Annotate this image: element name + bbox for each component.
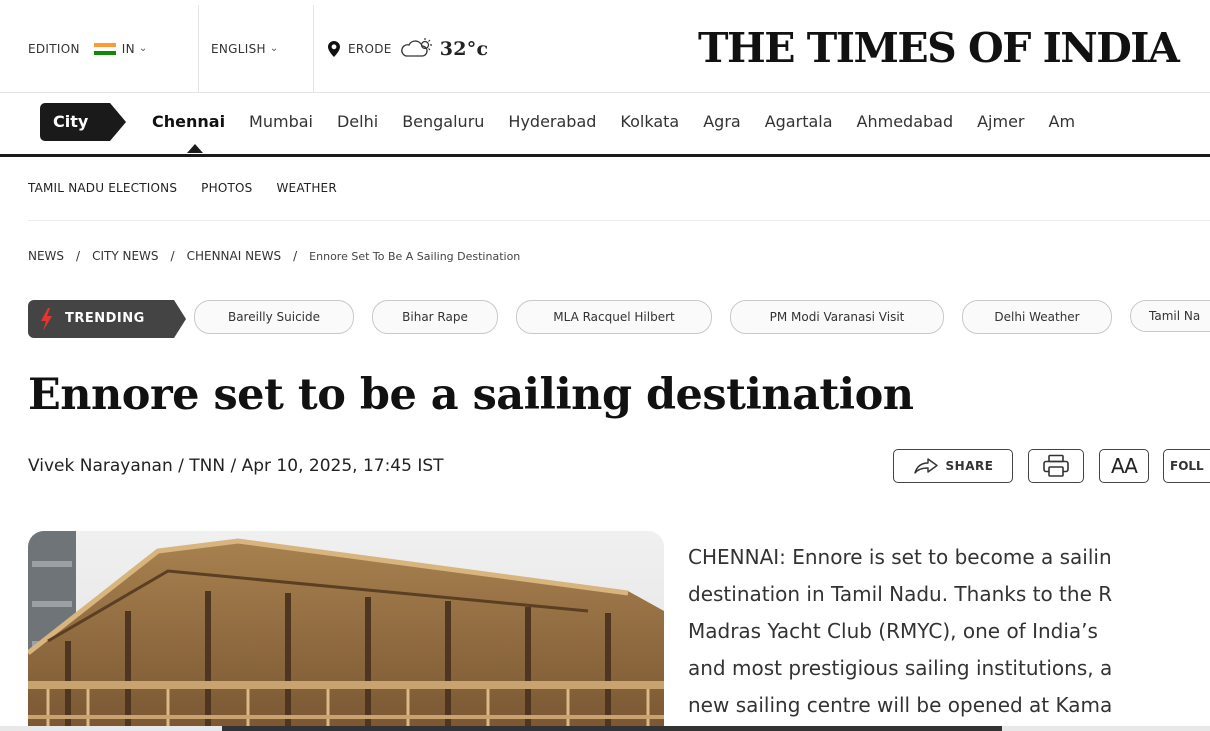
- trending-topic[interactable]: Delhi Weather: [962, 300, 1112, 334]
- article-body: CHENNAI: Ennore is set to become a saili…: [688, 539, 1210, 724]
- city-link-hyderabad[interactable]: Hyderabad: [508, 112, 596, 131]
- city-link-ajmer[interactable]: Ajmer: [977, 112, 1024, 131]
- trending-topic[interactable]: Tamil Na: [1130, 300, 1210, 332]
- edition-label: EDITION: [28, 41, 80, 56]
- trending-label: TRENDING: [65, 311, 145, 326]
- chevron-down-icon: ⌄: [269, 43, 279, 54]
- breadcrumb-current: Ennore Set To Be A Sailing Destination: [309, 250, 521, 263]
- city-link-delhi[interactable]: Delhi: [337, 112, 378, 131]
- site-logo[interactable]: THE TIMES OF INDIA: [698, 24, 1180, 72]
- weather-widget[interactable]: ERODE 32°c: [328, 5, 488, 92]
- article-image[interactable]: [28, 531, 664, 731]
- trending-topic[interactable]: Bareilly Suicide: [194, 300, 354, 334]
- edition-value: IN: [121, 41, 135, 56]
- share-label: SHARE: [945, 459, 994, 473]
- breadcrumb-chennai-news[interactable]: CHENNAI NEWS: [187, 249, 282, 263]
- breadcrumb-news[interactable]: NEWS: [28, 249, 64, 263]
- trending-topic[interactable]: MLA Racquel Hilbert: [516, 300, 712, 334]
- print-icon: [1043, 454, 1069, 477]
- trending-badge: TRENDING: [28, 300, 188, 338]
- city-link-kolkata[interactable]: Kolkata: [620, 112, 679, 131]
- font-size-label: AA: [1111, 454, 1138, 478]
- chevron-down-icon: ⌄: [138, 43, 148, 54]
- follow-button[interactable]: FOLL: [1163, 449, 1210, 483]
- article-byline: Vivek Narayanan / TNN / Apr 10, 2025, 17…: [28, 456, 444, 476]
- article-line: CHENNAI: Ennore is set to become a saili…: [688, 545, 1112, 569]
- location-pin-icon: [328, 40, 340, 57]
- city-link-am[interactable]: Am: [1049, 112, 1076, 131]
- location-label: ERODE: [348, 41, 392, 56]
- horizontal-scrollbar[interactable]: [0, 726, 1210, 731]
- article-line: and most prestigious sailing institution…: [688, 656, 1113, 680]
- city-link-ahmedabad[interactable]: Ahmedabad: [857, 112, 954, 131]
- partly-cloudy-icon: [400, 37, 432, 57]
- language-label: ENGLISH: [211, 41, 266, 56]
- city-badge: City: [40, 103, 128, 141]
- india-flag-icon: [93, 42, 116, 55]
- share-icon: [913, 458, 938, 474]
- trending-topic[interactable]: Bihar Rape: [372, 300, 498, 334]
- city-link-chennai[interactable]: Chennai: [152, 112, 225, 131]
- city-link-agra[interactable]: Agra: [703, 112, 740, 131]
- scrollbar-thumb[interactable]: [222, 726, 1002, 731]
- active-city-caret: [187, 144, 203, 153]
- city-link-bengaluru[interactable]: Bengaluru: [402, 112, 484, 131]
- language-selector[interactable]: ENGLISH ⌄: [211, 5, 279, 92]
- subnav-photos[interactable]: PHOTOS: [201, 181, 252, 195]
- sub-nav: TAMIL NADU ELECTIONS PHOTOS WEATHER: [28, 181, 361, 195]
- article-line: new sailing centre will be opened at Kam…: [688, 693, 1113, 717]
- article-line: destination in Tamil Nadu. Thanks to the…: [688, 582, 1113, 606]
- temperature: 32°c: [439, 37, 489, 60]
- font-size-button[interactable]: AA: [1099, 449, 1149, 483]
- breadcrumb-city-news[interactable]: CITY NEWS: [92, 249, 158, 263]
- subnav-tamil-nadu-elections[interactable]: TAMIL NADU ELECTIONS: [28, 181, 177, 195]
- breadcrumb: NEWS / CITY NEWS / CHENNAI NEWS / Ennore Set T…: [28, 249, 521, 263]
- article-headline: Ennore set to be a sailing destination: [28, 370, 914, 420]
- subnav-weather[interactable]: WEATHER: [276, 181, 336, 195]
- print-button[interactable]: [1028, 449, 1084, 483]
- trending-topic[interactable]: PM Modi Varanasi Visit: [730, 300, 944, 334]
- share-button[interactable]: SHARE: [893, 449, 1013, 483]
- article-line: Madras Yacht Club (RMYC), one of India’s: [688, 619, 1098, 643]
- edition-selector[interactable]: EDITION IN ⌄: [28, 5, 148, 92]
- city-link-agartala[interactable]: Agartala: [765, 112, 833, 131]
- follow-label: FOLL: [1170, 459, 1204, 473]
- divider: [28, 220, 1210, 221]
- city-badge-label: City: [53, 112, 89, 131]
- city-links: Chennai Mumbai Delhi Bengaluru Hyderabad Kolk…: [152, 112, 1099, 131]
- city-link-mumbai[interactable]: Mumbai: [249, 112, 313, 131]
